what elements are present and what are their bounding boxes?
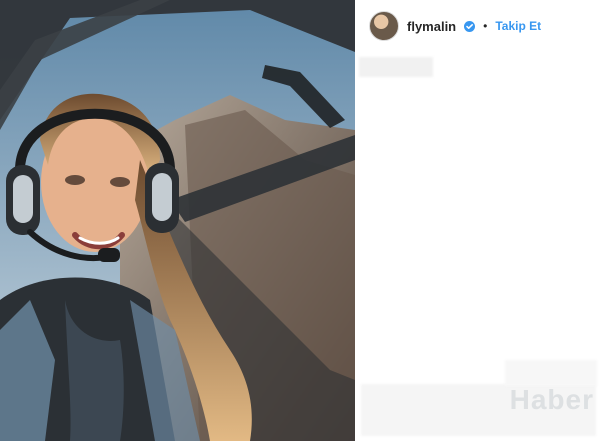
username[interactable]: flymalin <box>407 19 456 34</box>
post-side-panel: flymalin • Takip Et Haber <box>355 0 600 441</box>
checkmark-icon <box>466 23 474 29</box>
photo-illustration <box>0 0 355 441</box>
blurred-text-1 <box>359 57 433 77</box>
avatar[interactable] <box>369 11 399 41</box>
post-header: flymalin • Takip Et <box>369 10 541 42</box>
watermark: Haber <box>509 384 594 415</box>
blurred-block-right <box>505 360 597 386</box>
instagram-post: flymalin • Takip Et Haber <box>0 0 600 441</box>
follow-button[interactable]: Takip Et <box>495 19 541 33</box>
post-photo[interactable] <box>0 0 355 441</box>
verified-badge-icon <box>464 20 476 32</box>
separator-dot: • <box>483 19 488 33</box>
